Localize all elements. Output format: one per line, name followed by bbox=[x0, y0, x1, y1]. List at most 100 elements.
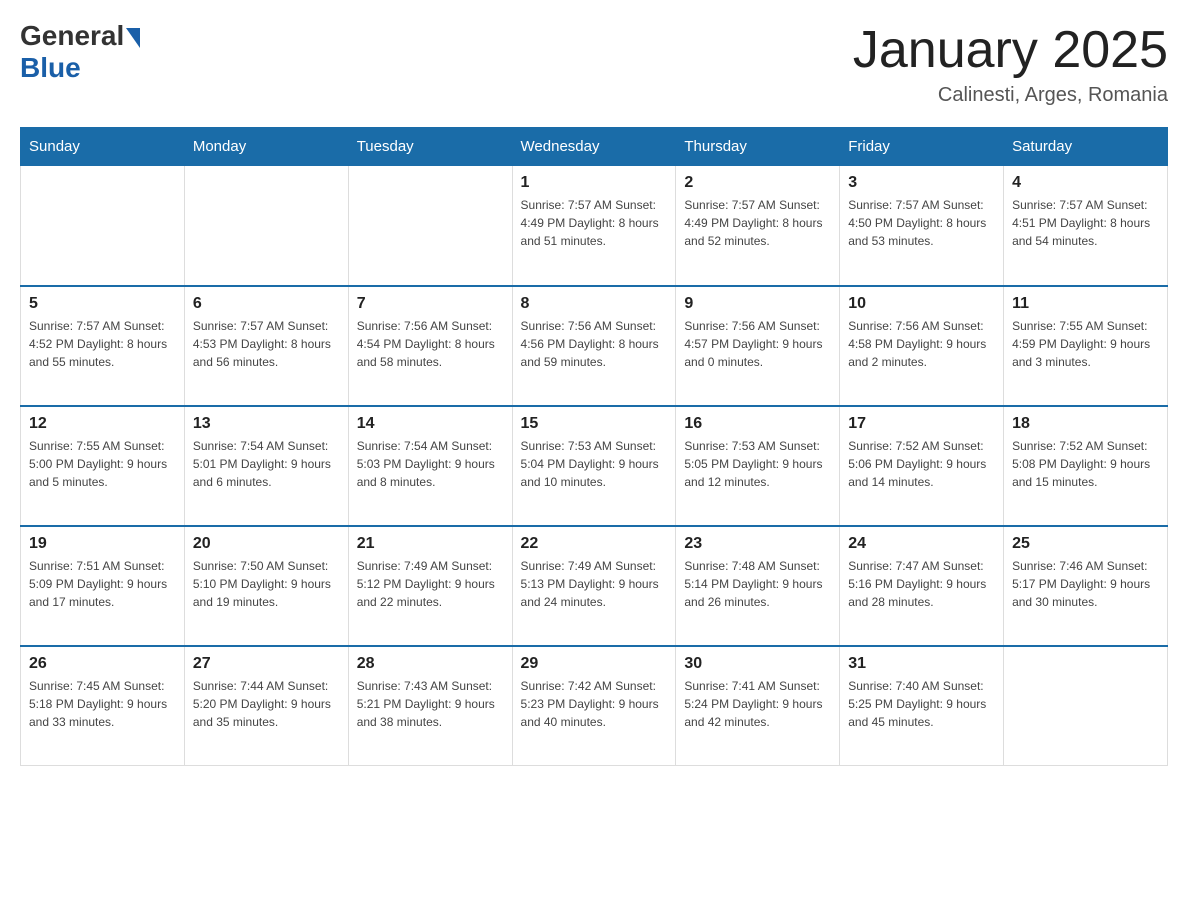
calendar-day-cell: 1 Sunrise: 7:57 AM Sunset: 4:49 PM Daylig… bbox=[512, 166, 676, 286]
calendar-day-cell: 25Sunrise: 7:46 AM Sunset: 5:17 PM Dayli… bbox=[1004, 526, 1168, 646]
calendar-day-cell: 11 Sunrise: 7:55 AM Sunset: 4:59 PM Dayli… bbox=[1004, 286, 1168, 406]
day-number: 3 bbox=[848, 174, 995, 192]
day-number: 7 bbox=[357, 295, 504, 313]
day-number: 9 bbox=[684, 295, 831, 313]
day-info: Sunrise: 7:44 AM Sunset: 5:20 PM Dayligh… bbox=[193, 677, 340, 731]
calendar-day-cell bbox=[184, 166, 348, 286]
day-info: Sunrise: 7:55 AM Sunset: 4:59 PM Dayligh… bbox=[1012, 317, 1159, 371]
day-info: Sunrise: 7:45 AM Sunset: 5:18 PM Dayligh… bbox=[29, 677, 176, 731]
day-number: 22 bbox=[521, 535, 668, 553]
calendar-header-row: SundayMondayTuesdayWednesdayThursdayFrid… bbox=[21, 128, 1168, 166]
day-info: Sunrise: 7:41 AM Sunset: 5:24 PM Dayligh… bbox=[684, 677, 831, 731]
day-info: Sunrise: 7:57 AM Sunset: 4:49 PM Dayligh… bbox=[684, 196, 831, 250]
calendar-table: SundayMondayTuesdayWednesdayThursdayFrid… bbox=[20, 127, 1168, 766]
calendar-week-row: 19Sunrise: 7:51 AM Sunset: 5:09 PM Dayli… bbox=[21, 526, 1168, 646]
day-info: Sunrise: 7:56 AM Sunset: 4:56 PM Dayligh… bbox=[521, 317, 668, 371]
day-info: Sunrise: 7:50 AM Sunset: 5:10 PM Dayligh… bbox=[193, 557, 340, 611]
day-info: Sunrise: 7:52 AM Sunset: 5:08 PM Dayligh… bbox=[1012, 437, 1159, 491]
day-info: Sunrise: 7:51 AM Sunset: 5:09 PM Dayligh… bbox=[29, 557, 176, 611]
logo-text: General bbox=[20, 20, 140, 52]
day-info: Sunrise: 7:56 AM Sunset: 4:57 PM Dayligh… bbox=[684, 317, 831, 371]
day-info: Sunrise: 7:53 AM Sunset: 5:05 PM Dayligh… bbox=[684, 437, 831, 491]
day-of-week-header: Tuesday bbox=[348, 128, 512, 166]
day-info: Sunrise: 7:42 AM Sunset: 5:23 PM Dayligh… bbox=[521, 677, 668, 731]
logo-triangle-icon bbox=[126, 28, 140, 48]
day-number: 29 bbox=[521, 655, 668, 673]
day-number: 25 bbox=[1012, 535, 1159, 553]
day-of-week-header: Thursday bbox=[676, 128, 840, 166]
location-subtitle: Calinesti, Arges, Romania bbox=[853, 84, 1168, 107]
day-of-week-header: Wednesday bbox=[512, 128, 676, 166]
day-info: Sunrise: 7:55 AM Sunset: 5:00 PM Dayligh… bbox=[29, 437, 176, 491]
day-number: 11 bbox=[1012, 295, 1159, 313]
day-number: 14 bbox=[357, 415, 504, 433]
calendar-day-cell: 8Sunrise: 7:56 AM Sunset: 4:56 PM Daylig… bbox=[512, 286, 676, 406]
calendar-week-row: 26 Sunrise: 7:45 AM Sunset: 5:18 PM Dayli… bbox=[21, 646, 1168, 766]
calendar-day-cell: 28Sunrise: 7:43 AM Sunset: 5:21 PM Dayli… bbox=[348, 646, 512, 766]
day-of-week-header: Friday bbox=[840, 128, 1004, 166]
logo-blue-text: Blue bbox=[20, 52, 81, 84]
day-number: 1 bbox=[521, 174, 668, 192]
page-header: General Blue January 2025 Calinesti, Arg… bbox=[20, 20, 1168, 107]
calendar-day-cell: 30 Sunrise: 7:41 AM Sunset: 5:24 PM Dayli… bbox=[676, 646, 840, 766]
day-number: 15 bbox=[521, 415, 668, 433]
calendar-day-cell: 9 Sunrise: 7:56 AM Sunset: 4:57 PM Daylig… bbox=[676, 286, 840, 406]
day-number: 31 bbox=[848, 655, 995, 673]
calendar-day-cell: 27 Sunrise: 7:44 AM Sunset: 5:20 PM Dayli… bbox=[184, 646, 348, 766]
calendar-week-row: 1 Sunrise: 7:57 AM Sunset: 4:49 PM Daylig… bbox=[21, 166, 1168, 286]
day-info: Sunrise: 7:49 AM Sunset: 5:13 PM Dayligh… bbox=[521, 557, 668, 611]
day-number: 24 bbox=[848, 535, 995, 553]
month-title: January 2025 bbox=[853, 20, 1168, 80]
calendar-day-cell: 6 Sunrise: 7:57 AM Sunset: 4:53 PM Daylig… bbox=[184, 286, 348, 406]
calendar-day-cell: 16Sunrise: 7:53 AM Sunset: 5:05 PM Dayli… bbox=[676, 406, 840, 526]
day-number: 21 bbox=[357, 535, 504, 553]
calendar-day-cell: 13Sunrise: 7:54 AM Sunset: 5:01 PM Dayli… bbox=[184, 406, 348, 526]
title-block: January 2025 Calinesti, Arges, Romania bbox=[853, 20, 1168, 107]
day-number: 20 bbox=[193, 535, 340, 553]
day-of-week-header: Monday bbox=[184, 128, 348, 166]
calendar-day-cell: 26 Sunrise: 7:45 AM Sunset: 5:18 PM Dayli… bbox=[21, 646, 185, 766]
day-number: 18 bbox=[1012, 415, 1159, 433]
day-number: 17 bbox=[848, 415, 995, 433]
day-info: Sunrise: 7:57 AM Sunset: 4:49 PM Dayligh… bbox=[521, 196, 668, 250]
calendar-week-row: 12Sunrise: 7:55 AM Sunset: 5:00 PM Dayli… bbox=[21, 406, 1168, 526]
day-number: 23 bbox=[684, 535, 831, 553]
calendar-day-cell: 12Sunrise: 7:55 AM Sunset: 5:00 PM Dayli… bbox=[21, 406, 185, 526]
calendar-day-cell: 29 Sunrise: 7:42 AM Sunset: 5:23 PM Dayli… bbox=[512, 646, 676, 766]
logo: General Blue bbox=[20, 20, 140, 84]
calendar-day-cell: 22 Sunrise: 7:49 AM Sunset: 5:13 PM Dayli… bbox=[512, 526, 676, 646]
calendar-day-cell: 31 Sunrise: 7:40 AM Sunset: 5:25 PM Dayli… bbox=[840, 646, 1004, 766]
calendar-day-cell: 2 Sunrise: 7:57 AM Sunset: 4:49 PM Daylig… bbox=[676, 166, 840, 286]
day-info: Sunrise: 7:56 AM Sunset: 4:58 PM Dayligh… bbox=[848, 317, 995, 371]
day-info: Sunrise: 7:57 AM Sunset: 4:50 PM Dayligh… bbox=[848, 196, 995, 250]
day-number: 2 bbox=[684, 174, 831, 192]
day-number: 27 bbox=[193, 655, 340, 673]
day-info: Sunrise: 7:57 AM Sunset: 4:51 PM Dayligh… bbox=[1012, 196, 1159, 250]
day-info: Sunrise: 7:40 AM Sunset: 5:25 PM Dayligh… bbox=[848, 677, 995, 731]
calendar-day-cell: 3 Sunrise: 7:57 AM Sunset: 4:50 PM Daylig… bbox=[840, 166, 1004, 286]
calendar-day-cell: 20 Sunrise: 7:50 AM Sunset: 5:10 PM Dayli… bbox=[184, 526, 348, 646]
calendar-day-cell: 19Sunrise: 7:51 AM Sunset: 5:09 PM Dayli… bbox=[21, 526, 185, 646]
day-number: 30 bbox=[684, 655, 831, 673]
day-info: Sunrise: 7:57 AM Sunset: 4:53 PM Dayligh… bbox=[193, 317, 340, 371]
calendar-day-cell: 24 Sunrise: 7:47 AM Sunset: 5:16 PM Dayli… bbox=[840, 526, 1004, 646]
day-info: Sunrise: 7:52 AM Sunset: 5:06 PM Dayligh… bbox=[848, 437, 995, 491]
day-number: 28 bbox=[357, 655, 504, 673]
logo-general-text: General bbox=[20, 20, 124, 52]
day-info: Sunrise: 7:48 AM Sunset: 5:14 PM Dayligh… bbox=[684, 557, 831, 611]
day-info: Sunrise: 7:54 AM Sunset: 5:03 PM Dayligh… bbox=[357, 437, 504, 491]
calendar-day-cell: 14 Sunrise: 7:54 AM Sunset: 5:03 PM Dayli… bbox=[348, 406, 512, 526]
day-info: Sunrise: 7:53 AM Sunset: 5:04 PM Dayligh… bbox=[521, 437, 668, 491]
calendar-day-cell: 21 Sunrise: 7:49 AM Sunset: 5:12 PM Dayli… bbox=[348, 526, 512, 646]
day-info: Sunrise: 7:49 AM Sunset: 5:12 PM Dayligh… bbox=[357, 557, 504, 611]
day-number: 26 bbox=[29, 655, 176, 673]
day-info: Sunrise: 7:47 AM Sunset: 5:16 PM Dayligh… bbox=[848, 557, 995, 611]
calendar-day-cell: 23 Sunrise: 7:48 AM Sunset: 5:14 PM Dayli… bbox=[676, 526, 840, 646]
calendar-day-cell: 15 Sunrise: 7:53 AM Sunset: 5:04 PM Dayli… bbox=[512, 406, 676, 526]
day-number: 13 bbox=[193, 415, 340, 433]
day-of-week-header: Sunday bbox=[21, 128, 185, 166]
calendar-day-cell: 18 Sunrise: 7:52 AM Sunset: 5:08 PM Dayli… bbox=[1004, 406, 1168, 526]
calendar-day-cell bbox=[348, 166, 512, 286]
day-number: 6 bbox=[193, 295, 340, 313]
calendar-day-cell: 5Sunrise: 7:57 AM Sunset: 4:52 PM Daylig… bbox=[21, 286, 185, 406]
